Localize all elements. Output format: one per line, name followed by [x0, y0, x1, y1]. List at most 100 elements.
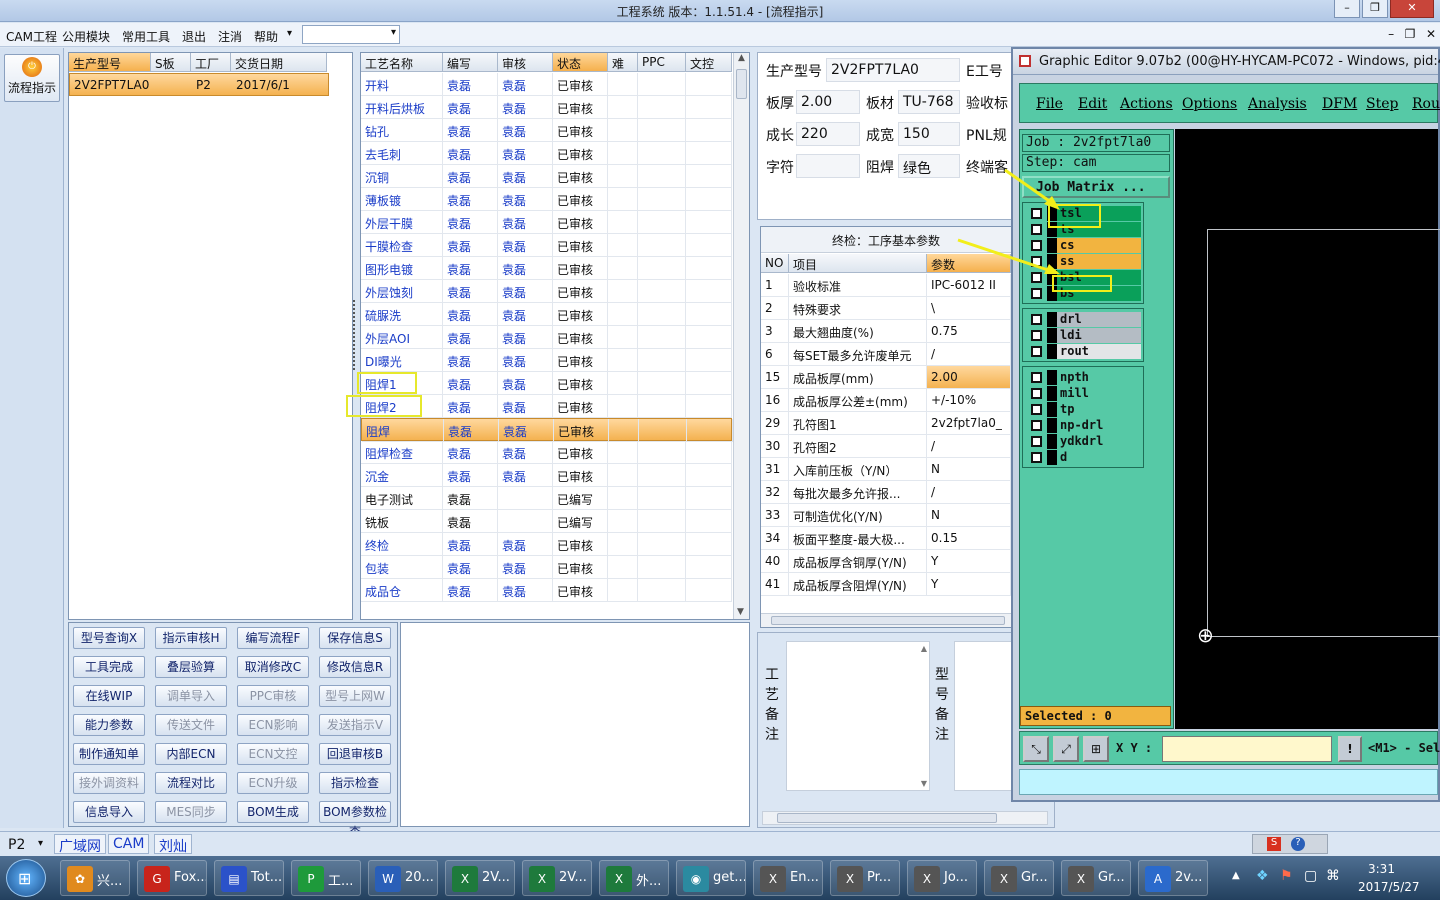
- action-button[interactable]: 传送文件: [155, 714, 227, 736]
- layer-checkbox[interactable]: [1031, 372, 1042, 383]
- layer-row[interactable]: bs: [1023, 286, 1143, 301]
- layer-row[interactable]: ss: [1023, 254, 1143, 269]
- action-button[interactable]: 编写流程F: [237, 627, 309, 649]
- xy-input[interactable]: [1162, 736, 1332, 762]
- menu-tools[interactable]: 常用工具: [122, 28, 170, 45]
- action-button[interactable]: BOM参数检查: [319, 801, 391, 839]
- tray-app-icon[interactable]: ❖: [1256, 868, 1269, 884]
- action-button[interactable]: 在线WIP: [73, 685, 145, 707]
- mdi-minimize-button[interactable]: –: [1388, 27, 1394, 41]
- layer-row[interactable]: ydkdrl: [1023, 434, 1143, 449]
- solder-mask-field[interactable]: 绿色: [898, 154, 960, 178]
- table-row[interactable]: 32 每批次最多允许报... /: [761, 481, 1011, 504]
- menu-step[interactable]: Step: [1366, 96, 1398, 112]
- table-row[interactable]: 包装 袁磊 袁磊 已审核: [361, 556, 732, 579]
- action-button[interactable]: BOM生成: [237, 801, 309, 823]
- col-header-no[interactable]: NO: [761, 254, 789, 273]
- table-row[interactable]: 成品仓 袁磊 袁磊 已审核: [361, 579, 732, 602]
- layer-checkbox[interactable]: [1031, 404, 1042, 415]
- graphics-canvas[interactable]: ⊕: [1175, 129, 1440, 729]
- taskbar-item[interactable]: X Pr...: [830, 860, 900, 896]
- notes-hscrollbar[interactable]: [762, 811, 1048, 825]
- table-row[interactable]: 电子测试 袁磊 已编写: [361, 487, 732, 510]
- col-header-param[interactable]: 参数: [927, 254, 1011, 273]
- taskbar-item[interactable]: A 2v...: [1138, 860, 1208, 896]
- action-button[interactable]: 回退审核B: [319, 743, 391, 765]
- zoom-area-icon[interactable]: ⤢: [1053, 736, 1079, 762]
- tray-network-icon[interactable]: ⌘: [1326, 868, 1340, 884]
- taskbar-item[interactable]: X Jo...: [907, 860, 977, 896]
- job-matrix-button[interactable]: Job Matrix ...: [1022, 176, 1170, 198]
- layer-checkbox[interactable]: [1031, 436, 1042, 447]
- col-header-status[interactable]: 状态: [553, 53, 608, 72]
- layer-row[interactable]: cs: [1023, 238, 1143, 253]
- help-icon[interactable]: ?: [1291, 837, 1305, 851]
- table-row[interactable]: 沉铜 袁磊 袁磊 已审核: [361, 165, 732, 188]
- menu-logout[interactable]: 注消: [218, 28, 242, 45]
- table-row[interactable]: 2V2FPT7LA0 P2 2017/6/1: [69, 73, 329, 96]
- table-row[interactable]: 阻焊2 袁磊 袁磊 已审核: [361, 395, 732, 418]
- action-button[interactable]: 内部ECN: [155, 743, 227, 765]
- layer-row[interactable]: d: [1023, 450, 1143, 465]
- table-row[interactable]: 31 入库前压板（Y/N） N: [761, 458, 1011, 481]
- taskbar-item[interactable]: G Fox...: [137, 860, 207, 896]
- model-field[interactable]: 2V2FPT7LA0: [826, 58, 960, 82]
- menu-options[interactable]: Options: [1182, 96, 1237, 112]
- ime-toolbar[interactable]: S ?: [1252, 834, 1328, 854]
- tray-expand-icon[interactable]: ▲: [1232, 870, 1240, 881]
- table-row[interactable]: 3 最大翘曲度(%) 0.75: [761, 320, 1011, 343]
- table-row[interactable]: 30 孔符图2/: [761, 435, 1011, 458]
- layer-row[interactable]: tsl: [1023, 206, 1143, 221]
- table-row[interactable]: DI曝光 袁磊 袁磊 已审核: [361, 349, 732, 372]
- menu-analysis[interactable]: Analysis: [1248, 96, 1307, 112]
- table-row[interactable]: 外层AOI 袁磊 袁磊 已审核: [361, 326, 732, 349]
- action-button[interactable]: 调单导入: [155, 685, 227, 707]
- status-tab-wan[interactable]: 广域网: [54, 834, 106, 855]
- menu-file[interactable]: File: [1036, 96, 1063, 112]
- col-header-factory[interactable]: 工厂: [191, 53, 231, 72]
- process-scrollbar[interactable]: ▲ ▼: [733, 53, 749, 619]
- table-row[interactable]: 6 每SET最多允许废单元 /: [761, 343, 1011, 366]
- menu-exit[interactable]: 退出: [182, 28, 206, 45]
- width-field[interactable]: 150: [898, 122, 960, 146]
- table-row[interactable]: 钻孔 袁磊 袁磊 已审核: [361, 119, 732, 142]
- taskbar-item[interactable]: X 2V...: [445, 860, 515, 896]
- status-tab-cam[interactable]: CAM: [108, 834, 150, 854]
- thickness-field[interactable]: 2.00: [796, 90, 860, 114]
- flow-instruction-button[interactable]: ⏻ 流程指示: [4, 54, 60, 102]
- action-button[interactable]: 能力参数: [73, 714, 145, 736]
- length-field[interactable]: 220: [796, 122, 860, 146]
- action-button[interactable]: MES同步: [155, 801, 227, 823]
- action-button[interactable]: 工具完成: [73, 656, 145, 678]
- action-button[interactable]: 制作通知单: [73, 743, 145, 765]
- layer-row[interactable]: drl: [1023, 312, 1143, 327]
- action-button[interactable]: 指示检查: [319, 772, 391, 794]
- status-tab-user[interactable]: 刘灿: [154, 834, 192, 855]
- col-header-process[interactable]: 工艺名称: [361, 53, 443, 72]
- menu-dfm[interactable]: DFM: [1322, 96, 1357, 112]
- menu-edit[interactable]: Edit: [1078, 96, 1107, 112]
- layer-checkbox[interactable]: [1031, 388, 1042, 399]
- layer-checkbox[interactable]: [1031, 256, 1042, 267]
- alert-icon[interactable]: !: [1338, 736, 1362, 762]
- table-row[interactable]: 铣板 袁磊 已编写: [361, 510, 732, 533]
- col-header-sboard[interactable]: S板: [151, 53, 191, 72]
- table-row[interactable]: 阻焊1 袁磊 袁磊 已审核: [361, 372, 732, 395]
- action-button[interactable]: 接外调资料: [73, 772, 145, 794]
- table-row[interactable]: 40 成品板厚含铜厚(Y/N) Y: [761, 550, 1011, 573]
- menu-public[interactable]: 公用模块: [62, 28, 110, 45]
- action-button[interactable]: 修改信息R: [319, 656, 391, 678]
- table-row[interactable]: 沉金 袁磊 袁磊 已审核: [361, 464, 732, 487]
- layer-checkbox[interactable]: [1031, 224, 1042, 235]
- col-header-date[interactable]: 交货日期: [231, 53, 327, 72]
- taskbar-item[interactable]: ◉ get...: [676, 860, 746, 896]
- taskbar-item[interactable]: X Gr...: [1061, 860, 1131, 896]
- close-button[interactable]: ✕: [1390, 0, 1434, 18]
- table-row[interactable]: 图形电镀 袁磊 袁磊 已审核: [361, 257, 732, 280]
- layer-row[interactable]: tp: [1023, 402, 1143, 417]
- layer-checkbox[interactable]: [1031, 330, 1042, 341]
- table-row[interactable]: 阻焊检查 袁磊 袁磊 已审核: [361, 441, 732, 464]
- process-note-textarea[interactable]: ▲ ▼: [786, 641, 930, 791]
- taskbar-item[interactable]: W 20...: [368, 860, 438, 896]
- menu-help[interactable]: 帮助: [254, 28, 278, 45]
